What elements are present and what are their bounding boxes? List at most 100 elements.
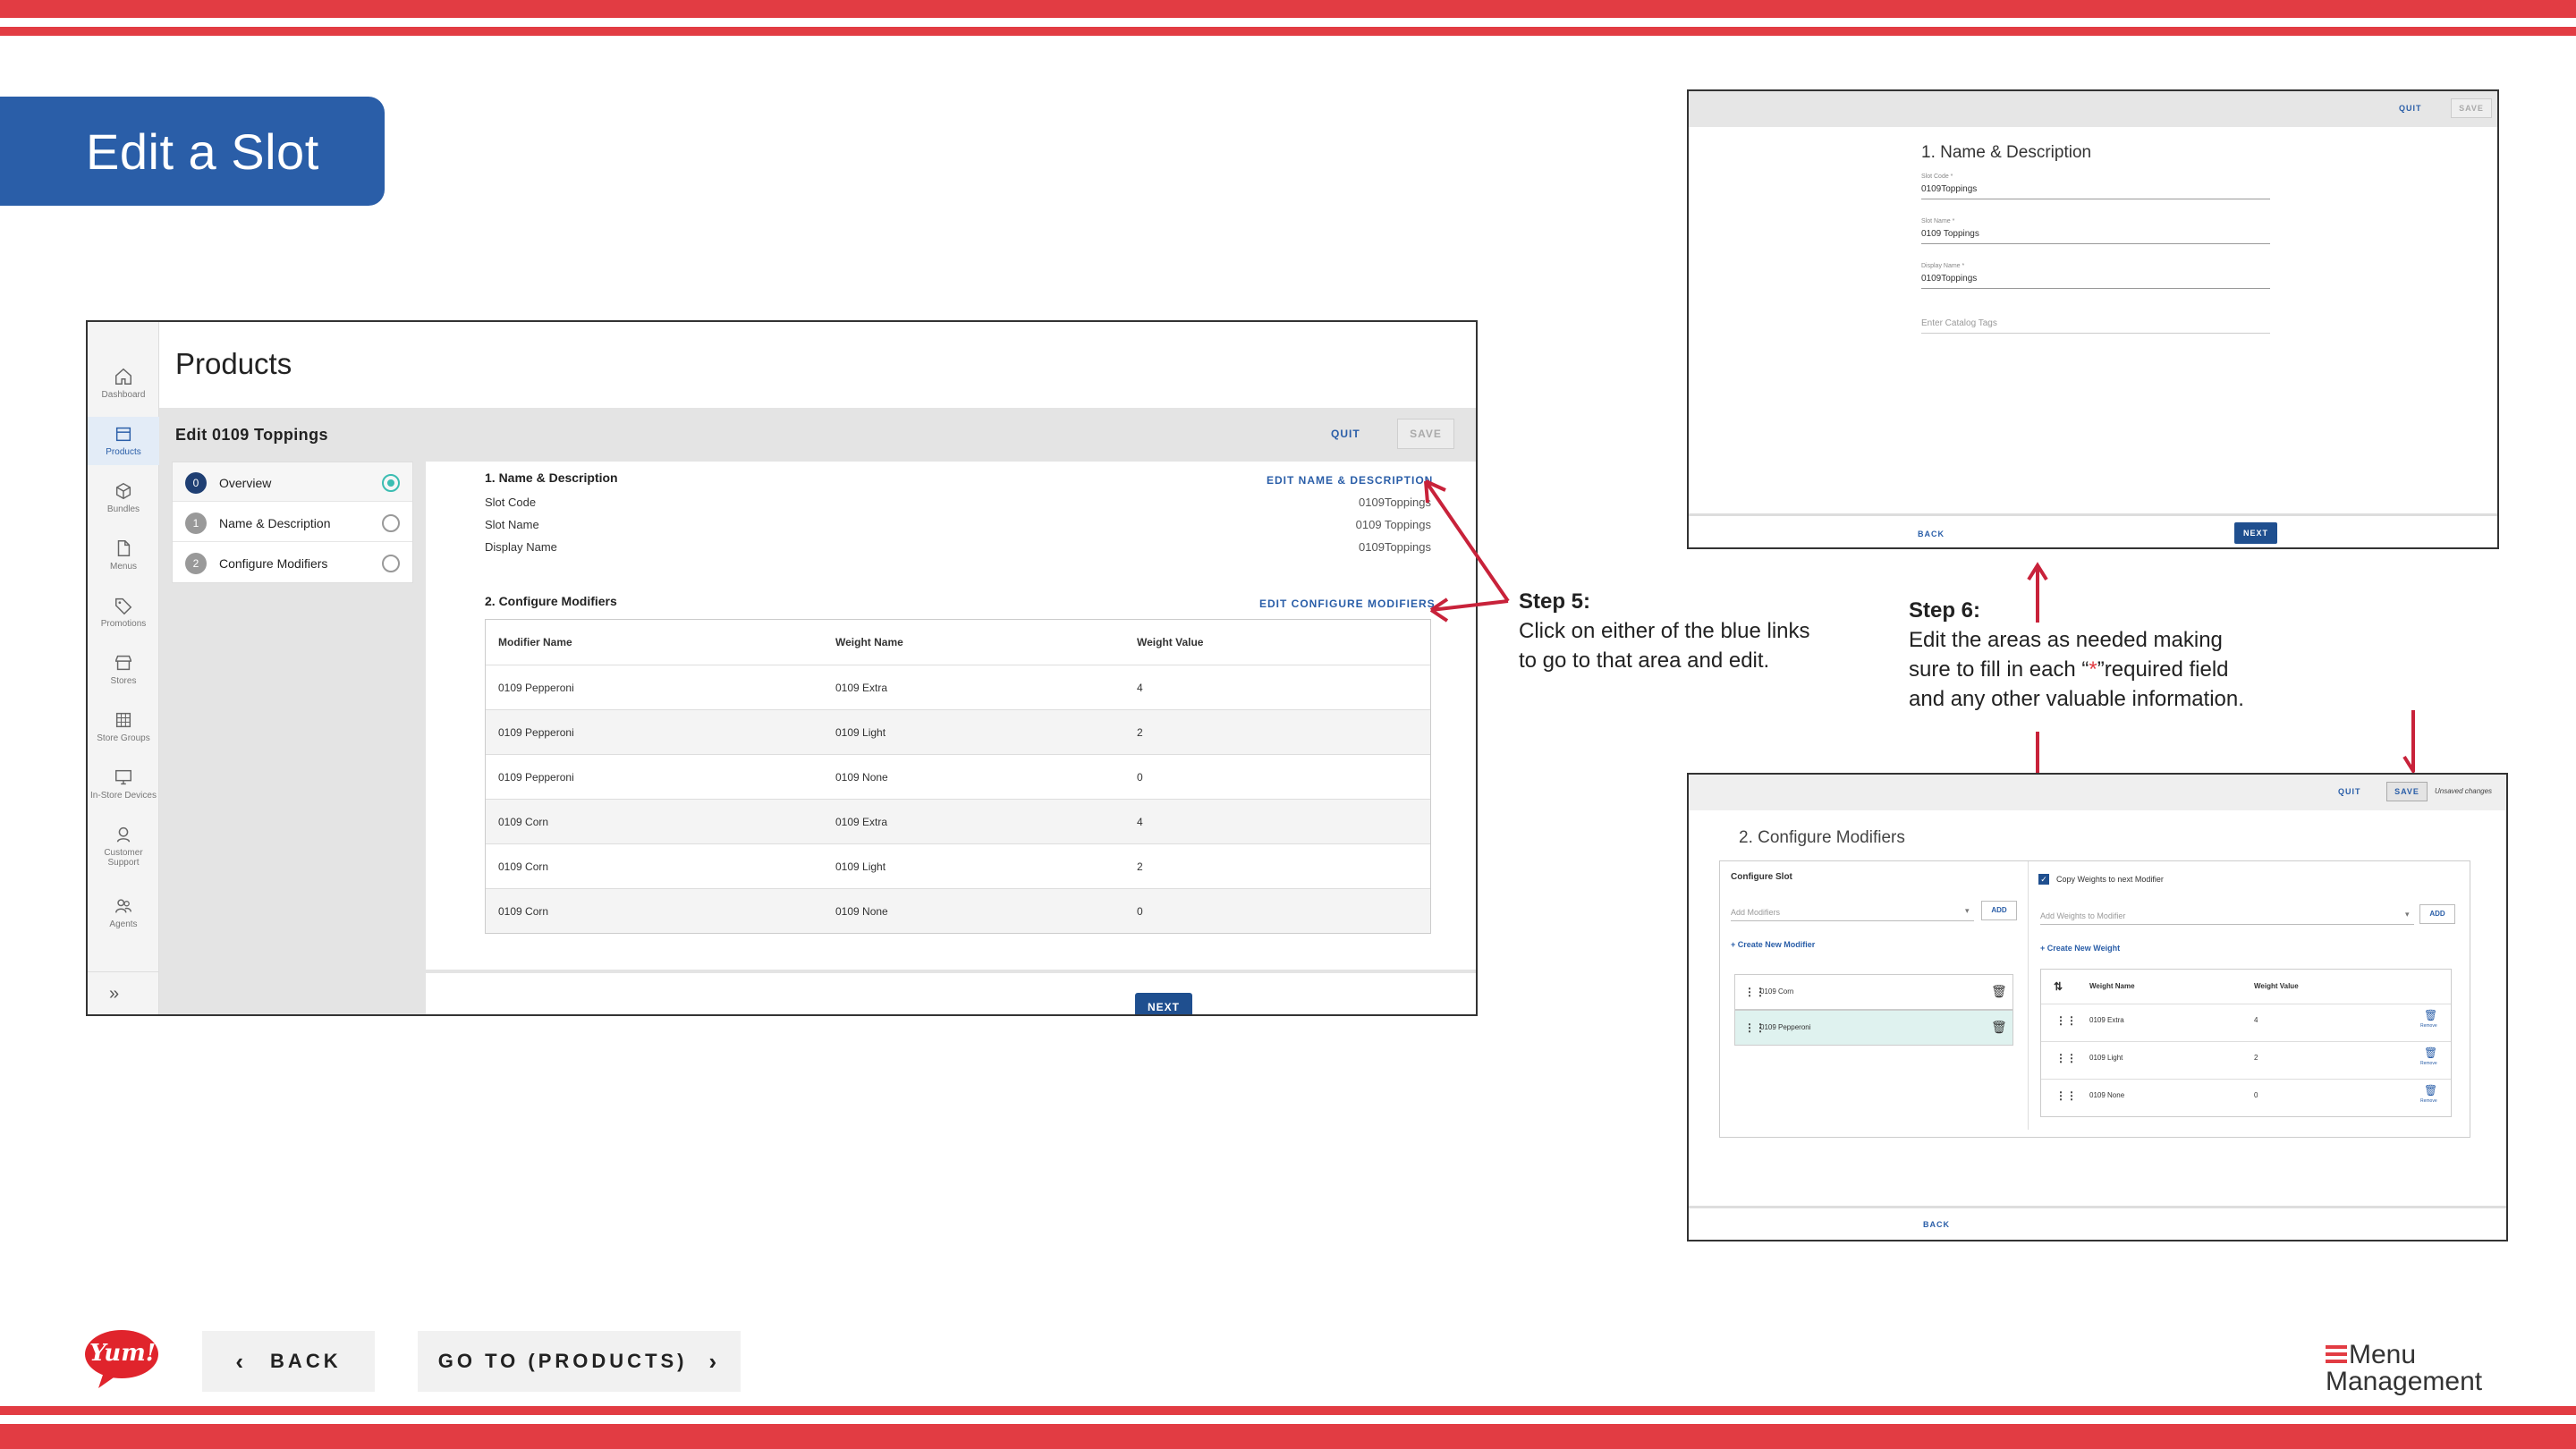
nav-dashboard[interactable]: Dashboard — [88, 367, 159, 400]
save-button[interactable]: SAVE — [1397, 419, 1454, 449]
add-weight-button[interactable]: ADD — [2419, 904, 2455, 924]
weight-value: 0 — [2254, 1091, 2258, 1099]
document-icon — [117, 540, 131, 556]
trash-icon[interactable]: 🗑 — [1991, 984, 2007, 999]
table-row: 0109 Corn 0109 Extra 4 — [486, 799, 1430, 843]
edit-header-bar: Edit 0109 Toppings QUIT SAVE — [159, 408, 1476, 462]
go-to-products-button[interactable]: GO TO (PRODUCTS) › — [418, 1331, 741, 1392]
cell: 0109 None — [835, 905, 888, 918]
nav-store-groups[interactable]: Store Groups — [88, 710, 159, 743]
mini2-back-button[interactable]: BACK — [1923, 1220, 1950, 1229]
modifier-item-selected[interactable]: ⋮⋮ 0109 Pepperoni 🗑 — [1734, 1010, 2013, 1046]
home-icon — [115, 368, 131, 385]
cell: 0109 Corn — [498, 816, 549, 828]
nav-in-store-devices[interactable]: In-Store Devices — [88, 767, 159, 801]
drag-handle-icon[interactable]: ⋮⋮ — [2055, 1014, 2077, 1027]
nav-label: Customer Support — [104, 848, 143, 868]
step-radio[interactable] — [382, 555, 400, 572]
copy-weights-label: Copy Weights to next Modifier — [2056, 875, 2164, 884]
mini1-topbar: QUIT SAVE — [1689, 91, 2497, 127]
drag-handle-icon[interactable]: ⋮⋮ — [2055, 1089, 2077, 1102]
step-configure-modifiers[interactable]: 2 Configure Modifiers — [173, 543, 412, 582]
slide-title: Edit a Slot — [86, 123, 319, 180]
mini2-title: 2. Configure Modifiers — [1739, 828, 1905, 847]
create-new-modifier-link[interactable]: + Create New Modifier — [1731, 940, 1815, 949]
step5-line2: to go to that area and edit. — [1519, 648, 1770, 673]
modifier-name: 0109 Corn — [1760, 987, 1794, 996]
field-label: Slot Code * — [1921, 174, 1953, 180]
add-weights-input[interactable]: Add Weights to Modifier — [2040, 911, 2125, 920]
mini2-save-button[interactable]: SAVE — [2386, 782, 2428, 801]
add-modifier-button[interactable]: ADD — [1981, 901, 2017, 920]
chevron-down-icon[interactable]: ▾ — [2405, 910, 2410, 919]
field-label: Display Name * — [1921, 263, 1965, 269]
mini2-quit-button[interactable]: QUIT — [2338, 787, 2361, 796]
table-row: 0109 Pepperoni 0109 Light 2 — [486, 709, 1430, 754]
weight-value: 2 — [2254, 1054, 2258, 1062]
copy-weights-checkbox[interactable]: ✓ — [2038, 874, 2049, 885]
table-row: 0109 Corn 0109 Light 2 — [486, 843, 1430, 888]
overview-content: 1. Name & Description EDIT NAME & DESCRI… — [426, 462, 1476, 1014]
bottom-stripe-thin — [0, 1406, 2576, 1415]
mini1-next-button[interactable]: NEXT — [2234, 522, 2277, 544]
yum-logo: Yum! — [84, 1329, 159, 1390]
col-header: Weight Name — [2089, 982, 2135, 990]
nav-bundles[interactable]: Bundles — [88, 481, 159, 514]
col-header: Weight Name — [835, 636, 903, 648]
chevron-down-icon[interactable]: ▾ — [1965, 906, 1970, 916]
cube-icon — [115, 482, 131, 500]
quit-button[interactable]: QUIT — [1331, 428, 1360, 440]
step5-line1: Click on either of the blue links — [1519, 619, 1810, 643]
display-name-field[interactable]: 0109Toppings — [1921, 274, 1977, 284]
configure-modifiers-heading: 2. Configure Modifiers — [485, 594, 617, 608]
edit-name-description-link[interactable]: EDIT NAME & DESCRIPTION — [1267, 474, 1433, 487]
step-overview[interactable]: 0 Overview — [173, 462, 412, 502]
step-radio[interactable] — [382, 514, 400, 532]
nav-label: Bundles — [106, 504, 140, 514]
back-button[interactable]: ‹ BACK — [202, 1331, 375, 1392]
nav-menus[interactable]: Menus — [88, 538, 159, 572]
step-radio[interactable] — [382, 474, 400, 492]
nav-promotions[interactable]: Promotions — [88, 596, 159, 629]
step-label: Overview — [219, 476, 272, 490]
weights-table: ⇅ Weight Name Weight Value ⋮⋮ 0109 Extra… — [2040, 969, 2452, 1117]
mini1-quit-button[interactable]: QUIT — [2399, 104, 2422, 113]
sort-icon[interactable]: ⇅ — [2054, 980, 2063, 993]
trash-icon[interactable]: 🗑 — [2424, 1046, 2437, 1059]
plus-icon: + — [1731, 940, 1736, 949]
add-modifiers-input[interactable]: Add Modifiers — [1731, 908, 1780, 917]
next-button[interactable]: NEXT — [1135, 993, 1192, 1014]
mini2-topbar: QUIT SAVE Unsaved changes — [1689, 775, 2506, 810]
mini1-save-button[interactable]: SAVE — [2451, 98, 2492, 118]
tag-icon — [115, 597, 132, 615]
nav-stores[interactable]: Stores — [88, 653, 159, 686]
headset-icon — [116, 826, 131, 843]
slide-title-tab: Edit a Slot — [0, 97, 385, 206]
catalog-tags-input[interactable]: Enter Catalog Tags — [1921, 318, 1997, 328]
configure-slot-heading: Configure Slot — [1731, 872, 1792, 882]
cell: 0 — [1137, 905, 1143, 918]
nav-label: In-Store Devices — [90, 791, 157, 801]
cell: 0109 Extra — [835, 816, 888, 828]
drag-handle-icon[interactable]: ⋮⋮ — [2055, 1052, 2077, 1064]
trash-icon[interactable]: 🗑 — [2424, 1009, 2437, 1021]
nav-products[interactable]: Products — [88, 417, 159, 465]
edit-configure-modifiers-link[interactable]: EDIT CONFIGURE MODIFIERS — [1259, 597, 1436, 610]
slot-name-field[interactable]: 0109 Toppings — [1921, 229, 1979, 239]
step-name-description[interactable]: 1 Name & Description — [173, 503, 412, 542]
create-new-weight-link[interactable]: + Create New Weight — [2040, 944, 2120, 953]
trash-icon[interactable]: 🗑 — [2424, 1084, 2437, 1097]
slot-code-field[interactable]: 0109Toppings — [1921, 184, 1977, 194]
mini1-back-button[interactable]: BACK — [1918, 530, 1945, 538]
expand-nav-icon[interactable]: » — [109, 984, 119, 1004]
chevron-right-icon: › — [708, 1347, 721, 1375]
cell: 4 — [1137, 816, 1143, 828]
nav-customer-support[interactable]: Customer Support — [88, 825, 159, 868]
trash-icon[interactable]: 🗑 — [1991, 1020, 2007, 1035]
modifier-item[interactable]: ⋮⋮ 0109 Corn 🗑 — [1734, 974, 2013, 1010]
display-name-label: Display Name — [485, 540, 557, 554]
weight-name: 0109 Extra — [2089, 1016, 2124, 1024]
nav-agents[interactable]: Agents — [88, 896, 159, 929]
step-number: 2 — [185, 553, 207, 574]
chevron-left-icon: ‹ — [235, 1347, 248, 1375]
